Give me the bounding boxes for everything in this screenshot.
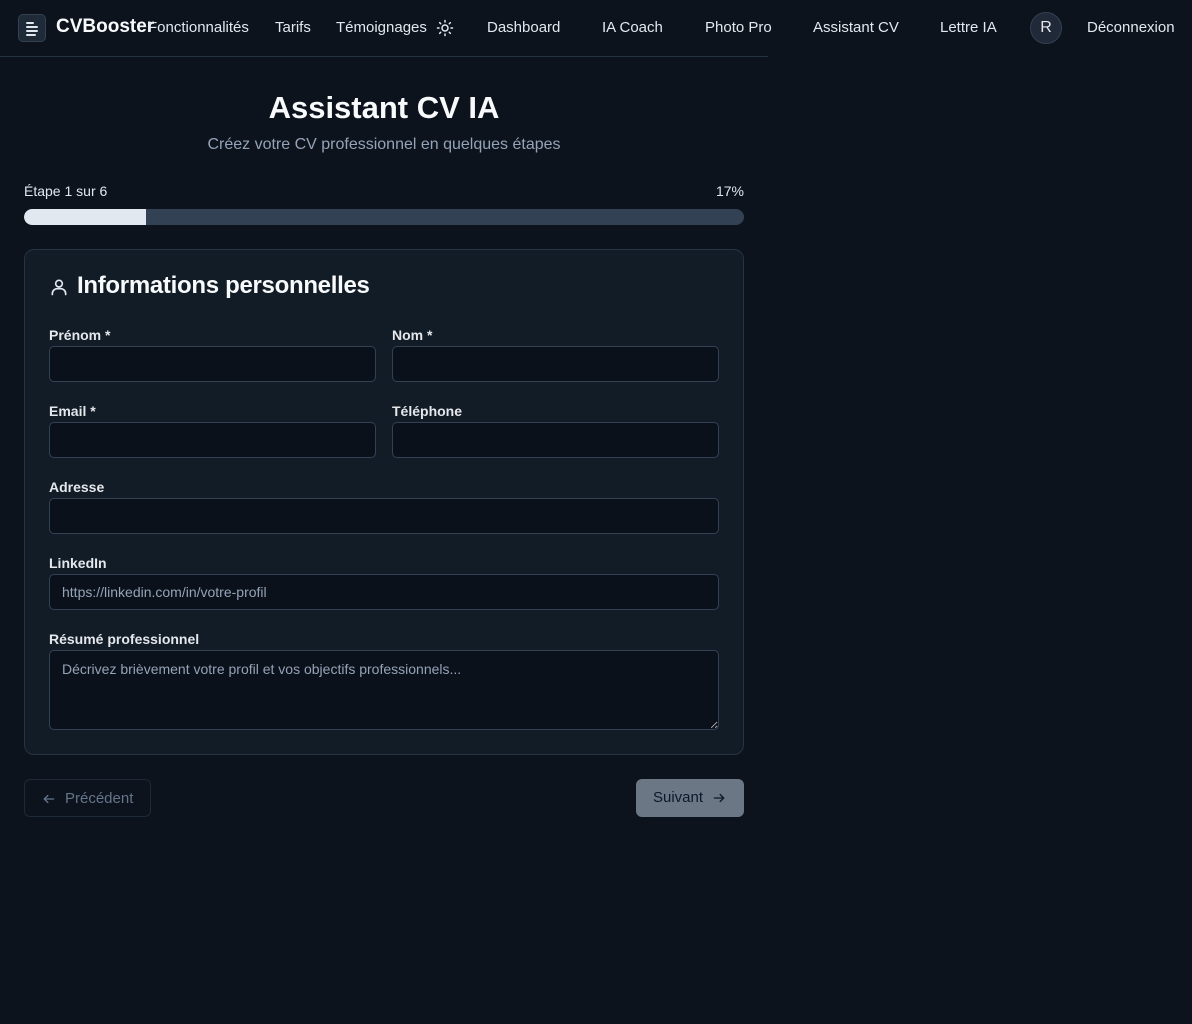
section-title: Informations personnelles [77,272,370,299]
first-name-field[interactable] [49,346,376,382]
last-name-label: Nom * [392,327,433,343]
first-name-label: Prénom * [49,327,111,343]
nav-link-testimonials[interactable]: Témoignages [336,19,427,36]
nav-link-dashboard[interactable]: Dashboard [487,19,560,36]
linkedin-field[interactable] [49,574,719,610]
arrow-right-icon [713,793,725,803]
page-title: Assistant CV IA [268,90,500,125]
page-subtitle: Créez votre CV professionnel en quelques… [207,136,561,153]
progress-bar [24,209,744,225]
user-icon [51,279,67,296]
phone-label: Téléphone [392,403,463,419]
avatar[interactable]: R [1030,12,1062,44]
linkedin-label: LinkedIn [49,555,107,571]
summary-label: Résumé professionnel [49,631,200,647]
progress-fill [24,209,147,225]
top-navbar: CVBooster Fonctionnalités Tarifs Témoign… [0,0,1192,57]
arrow-left-icon [43,794,55,804]
summary-textarea[interactable] [49,650,719,730]
previous-button-label: Précédent [65,790,134,807]
nav-link-features[interactable]: Fonctionnalités [148,19,249,36]
next-button-label: Suivant [653,789,704,806]
phone-field[interactable] [392,422,719,458]
address-label: Adresse [49,479,105,495]
brand-name[interactable]: CVBooster [56,16,154,38]
nav-link-letter[interactable]: Lettre IA [940,19,997,36]
progress-percent: 17% [715,183,744,199]
nav-link-photo[interactable]: Photo Pro [705,19,772,36]
nav-link-cv-assistant[interactable]: Assistant CV [813,19,899,36]
personal-info-card: Informations personnelles Prénom * Nom *… [24,249,744,755]
step-indicator: Étape 1 sur 6 [24,183,108,199]
next-button[interactable]: Suivant [636,779,744,817]
logout-link[interactable]: Déconnexion [1087,19,1175,36]
navbar-divider [0,56,768,57]
nav-link-pricing[interactable]: Tarifs [275,19,311,36]
document-icon[interactable] [18,14,46,42]
sun-icon[interactable] [436,19,454,37]
nav-link-coach[interactable]: IA Coach [602,19,663,36]
email-label: Email * [49,403,96,419]
previous-button[interactable]: Précédent [24,779,151,817]
email-field[interactable] [49,422,376,458]
last-name-field[interactable] [392,346,719,382]
address-field[interactable] [49,498,719,534]
